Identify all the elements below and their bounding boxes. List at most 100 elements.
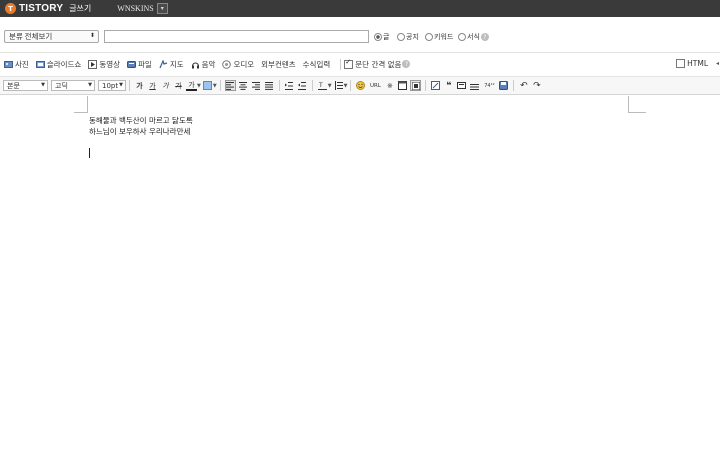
paragraph-style-select[interactable]: 본문 ▼ [3,80,48,91]
undo-icon: ↶ [520,80,528,91]
type-notice-radio[interactable] [397,33,405,41]
html-mode-checkbox[interactable] [676,59,686,68]
title-input[interactable] [104,30,369,43]
formula-input-button[interactable]: 수식입력 [303,59,331,70]
attach-music-button[interactable]: 음악 [191,59,215,70]
align-right-button[interactable] [251,80,262,91]
type-notice[interactable]: 공지 [397,32,419,42]
attach-map-button[interactable]: 지도 [159,59,184,70]
toolbar-divider [278,80,280,91]
format-toolbar: 본문 ▼ 고딕 ▼ 10pt ▼ 가 가 가 가 가 ▼ ▼ T ▼ ▼ URL… [0,76,720,95]
type-template[interactable]: 서식 ? [458,32,489,42]
box-button[interactable] [456,80,467,91]
chevron-down-icon: ▼ [41,82,45,88]
chevron-down-icon[interactable]: ▼ [213,83,217,89]
html-mode-label: HTML [687,59,708,68]
editor-line: 동해물과 백두산이 마르고 닳도록 [89,116,193,125]
line-height-button[interactable] [333,80,344,91]
type-post[interactable]: 글 [374,32,389,42]
type-notice-label: 공지 [406,33,419,41]
save-draft-button[interactable] [498,80,509,91]
quote-icon: ❝ [446,80,452,91]
chevron-down-icon[interactable]: ▼ [344,83,348,89]
brand-name[interactable]: TISTORY [19,3,63,14]
horizontal-rule-button[interactable] [469,80,480,91]
font-size-select[interactable]: 10pt ▼ [98,80,126,91]
no-paragraph-spacing-toggle[interactable]: 문단 간격 없음 ? [344,58,411,70]
toolbar-divider [340,58,342,70]
html-mode-toggle[interactable]: HTML [676,59,708,68]
post-header: 분류 전체보기 ⬍ 글 공지 키워드 서식 ? [0,22,720,53]
more-options-button[interactable]: 74¹² [482,80,496,91]
chevron-down-icon[interactable]: ▼ [328,83,332,89]
attach-slideshow-button[interactable]: 슬라이드쇼 [35,59,81,70]
type-post-radio[interactable] [374,33,382,41]
horizontal-rule-icon [470,84,480,90]
table-button[interactable] [397,80,408,91]
editor-line: 하느님이 보우하사 우리나라만세 [89,127,191,136]
page-margin-marker-right [628,96,646,113]
emoticon-button[interactable] [355,80,366,91]
chevron-down-icon[interactable]: ▼ [197,83,201,89]
photo-icon [4,60,13,69]
attach-photo-label: 사진 [15,59,29,69]
font-family-select[interactable]: 고딕 ▼ [51,80,95,91]
type-template-radio[interactable] [458,33,466,41]
help-icon[interactable]: ? [402,60,411,68]
toolbar-divider [513,80,515,91]
special-char-button[interactable]: ※ [384,80,395,91]
attach-toolbar: 사진 슬라이드쇼 동영상 파일 지도 음악 오디오 외부컨텐츠 수식입력 문단 … [0,56,720,72]
attach-audio-button[interactable]: 오디오 [222,59,254,70]
category-select[interactable]: 분류 전체보기 ⬍ [4,30,99,43]
save-draft-icon [499,81,509,90]
help-icon[interactable]: ? [480,33,489,41]
text-caret [89,148,90,158]
font-color-button[interactable]: 가 [186,80,197,91]
attach-external-content-button[interactable]: 외부컨텐츠 [261,59,296,70]
map-icon [159,59,168,69]
type-keyword-radio[interactable] [425,33,433,41]
toolbar-divider [350,80,352,91]
quote-button[interactable]: ❝ [443,80,454,91]
indent-button[interactable] [284,80,295,91]
underline-button[interactable]: 가 [147,80,158,91]
image-align-button[interactable] [410,80,422,91]
image-edit-button[interactable] [430,80,441,91]
toolbar-divider [219,80,221,91]
select-arrows-icon: ⬍ [89,33,95,39]
align-left-icon [226,81,235,90]
align-left-button[interactable] [224,80,236,91]
emoticon-icon [356,81,366,90]
url-link-button[interactable]: URL [368,80,382,91]
toolbar-expand-icon[interactable]: ◂ [716,60,719,67]
attach-file-button[interactable]: 파일 [127,59,152,70]
attach-file-label: 파일 [138,59,152,69]
editor-area[interactable]: 동해물과 백두산이 마르고 닳도록 하느님이 보우하사 우리나라만세 [0,94,720,464]
bold-button[interactable]: 가 [134,80,145,91]
letter-spacing-button[interactable]: T [317,80,328,91]
top-bar: T TISTORY 글쓰기 WNSKINS ▾ [0,0,720,17]
tistory-logo-icon[interactable]: T [5,3,16,14]
blog-name[interactable]: WNSKINS [117,4,153,13]
category-select-value: 분류 전체보기 [9,32,53,41]
align-justify-button[interactable] [264,80,275,91]
outdent-button[interactable] [297,80,308,91]
attach-photo-button[interactable]: 사진 [4,59,29,70]
strikethrough-button[interactable]: 가 [173,80,184,91]
editor-content[interactable]: 동해물과 백두산이 마르고 닳도록 하느님이 보우하사 우리나라만세 [89,115,193,137]
image-edit-icon [431,81,441,90]
highlight-color-button[interactable] [202,80,213,91]
formula-input-label: 수식입력 [302,59,331,69]
align-center-button[interactable] [238,80,249,91]
toolbar-divider [311,80,313,91]
attach-video-button[interactable]: 동영상 [88,59,120,70]
italic-button[interactable]: 가 [160,80,171,91]
no-paragraph-spacing-label: 문단 간격 없음 [355,59,402,69]
redo-button[interactable]: ↷ [531,80,542,91]
undo-button[interactable]: ↶ [518,80,529,91]
type-keyword[interactable]: 키워드 [425,32,453,42]
attach-video-label: 동영상 [99,59,121,69]
no-paragraph-spacing-checkbox[interactable] [344,58,354,69]
blog-dropdown-button[interactable]: ▾ [156,3,168,14]
chevron-down-icon: ▼ [88,82,92,88]
